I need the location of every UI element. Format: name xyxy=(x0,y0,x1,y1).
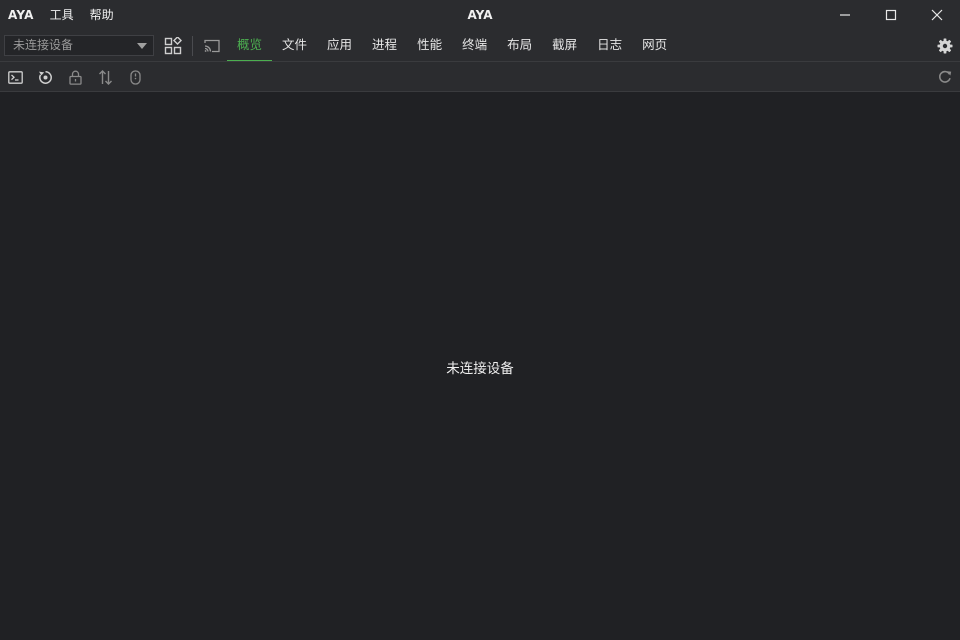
tab-apps[interactable]: 应用 xyxy=(317,30,362,61)
app-window: AYA 工具 帮助 AYA 未连接设备 概览 文件 应用 进程 性能 终端 布局… xyxy=(0,0,960,640)
close-button[interactable] xyxy=(914,0,960,30)
minimize-button[interactable] xyxy=(822,0,868,30)
refresh-button[interactable] xyxy=(935,67,955,87)
close-icon xyxy=(931,9,943,21)
title-bar: AYA 工具 帮助 AYA xyxy=(0,0,960,30)
reboot-icon xyxy=(38,70,52,84)
device-action-bar xyxy=(0,62,960,92)
main-toolbar: 未连接设备 概览 文件 应用 进程 性能 终端 布局 截屏 日志 网页 xyxy=(0,30,960,62)
tab-bar: 概览 文件 应用 进程 性能 终端 布局 截屏 日志 网页 xyxy=(227,30,677,61)
tab-performance[interactable]: 性能 xyxy=(407,30,452,61)
device-select[interactable]: 未连接设备 xyxy=(4,35,154,56)
maximize-button[interactable] xyxy=(868,0,914,30)
tab-layout[interactable]: 布局 xyxy=(497,30,542,61)
device-select-value: 未连接设备 xyxy=(13,38,74,52)
tab-files[interactable]: 文件 xyxy=(272,30,317,61)
chevron-down-icon xyxy=(137,43,147,49)
no-device-message: 未连接设备 xyxy=(446,361,514,377)
refresh-icon xyxy=(939,70,952,83)
tab-terminal[interactable]: 终端 xyxy=(452,30,497,61)
terminal-icon xyxy=(7,70,23,84)
open-shell-button[interactable] xyxy=(5,67,25,87)
tab-processes[interactable]: 进程 xyxy=(362,30,407,61)
toolbar-divider xyxy=(192,36,193,56)
transfer-icon xyxy=(98,69,112,85)
menu-aya[interactable]: AYA xyxy=(0,0,42,30)
mouse-icon xyxy=(129,69,141,85)
reboot-button[interactable] xyxy=(35,67,55,87)
apps-button[interactable] xyxy=(162,35,184,57)
menu-tools[interactable]: 工具 xyxy=(42,0,82,30)
settings-icon xyxy=(937,38,953,54)
maximize-icon xyxy=(885,9,897,21)
window-title: AYA xyxy=(467,8,493,22)
lock-icon xyxy=(68,70,82,85)
tab-webview[interactable]: 网页 xyxy=(632,30,677,61)
tab-overview[interactable]: 概览 xyxy=(227,30,273,61)
overview-panel: 未连接设备 xyxy=(0,92,960,640)
settings-button[interactable] xyxy=(934,35,956,57)
mouse-control-button[interactable] xyxy=(125,67,145,87)
menu-bar: AYA 工具 帮助 xyxy=(0,0,122,30)
tab-screenshot[interactable]: 截屏 xyxy=(542,30,587,61)
screencast-icon xyxy=(204,39,220,53)
lock-screen-button[interactable] xyxy=(65,67,85,87)
apps-icon xyxy=(164,37,182,55)
tab-logs[interactable]: 日志 xyxy=(587,30,632,61)
minimize-icon xyxy=(840,14,850,16)
menu-help[interactable]: 帮助 xyxy=(82,0,122,30)
window-controls xyxy=(822,0,960,30)
transfer-button[interactable] xyxy=(95,67,115,87)
screencast-button[interactable] xyxy=(201,35,223,57)
